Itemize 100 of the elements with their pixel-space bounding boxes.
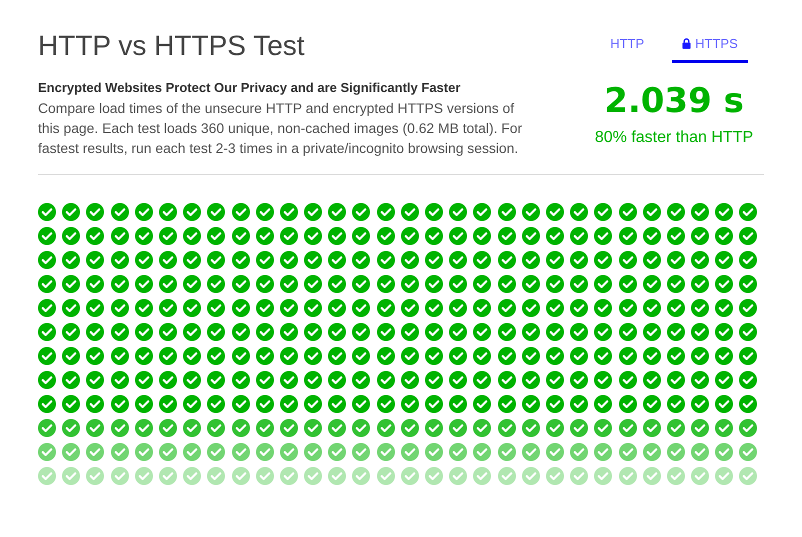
check-icon: [400, 203, 419, 221]
check-icon: [449, 443, 468, 461]
check-icon: [232, 371, 250, 389]
check-icon: [425, 227, 443, 245]
check-icon: [86, 443, 104, 461]
check-icon: [38, 443, 56, 461]
check-icon: [522, 299, 540, 317]
check-icon: [498, 443, 516, 461]
check-icon: [38, 419, 56, 437]
check-icon: [400, 251, 419, 269]
check-icon: [207, 419, 226, 437]
check-icon: [594, 323, 612, 341]
check-icon: [62, 275, 80, 293]
check-icon: [110, 323, 129, 341]
check-icon: [473, 443, 492, 461]
protocol-tab[interactable]: HTTPS: [672, 30, 748, 63]
check-icon: [642, 347, 661, 365]
check-icon: [570, 251, 588, 269]
check-icon: [304, 299, 322, 317]
check-icon: [618, 467, 636, 485]
check-icon: [739, 443, 758, 461]
check-icon: [62, 323, 80, 341]
check-icon: [425, 371, 443, 389]
check-icon: [546, 419, 564, 437]
check-icon: [715, 419, 734, 437]
check-icon: [352, 251, 370, 269]
check-icon: [739, 323, 758, 341]
check-icon: [304, 227, 322, 245]
check-icon: [183, 371, 202, 389]
check-icon: [232, 323, 250, 341]
check-icon: [256, 227, 274, 245]
check-icon: [715, 203, 734, 221]
check-icon: [232, 419, 250, 437]
check-icon: [256, 203, 274, 221]
check-icon: [400, 395, 419, 413]
check-icon: [498, 299, 516, 317]
check-icon: [232, 299, 250, 317]
check-icon: [522, 371, 540, 389]
check-icon: [449, 323, 468, 341]
check-icon: [158, 299, 177, 317]
check-icon: [232, 467, 250, 485]
check-icon: [425, 299, 443, 317]
check-icon: [352, 323, 370, 341]
check-icon: [62, 299, 80, 317]
check-icon: [304, 395, 322, 413]
check-icon: [158, 419, 177, 437]
check-icon: [618, 299, 636, 317]
check-icon: [352, 395, 370, 413]
check-icon: [86, 227, 104, 245]
check-icon: [400, 467, 419, 485]
check-icon: [642, 299, 661, 317]
check-icon: [666, 395, 685, 413]
check-icon: [62, 467, 80, 485]
check-icon: [425, 275, 443, 293]
check-icon: [739, 275, 758, 293]
check-icon: [425, 395, 443, 413]
check-icon: [352, 275, 370, 293]
check-icon: [449, 275, 468, 293]
check-icon: [328, 275, 346, 293]
check-icon: [376, 275, 395, 293]
check-icon: [473, 347, 492, 365]
check-icon: [570, 299, 588, 317]
check-icon: [352, 227, 370, 245]
check-icon: [280, 227, 298, 245]
check-icon: [498, 275, 516, 293]
check-icon: [498, 395, 516, 413]
check-icon: [449, 371, 468, 389]
check-icon: [425, 323, 443, 341]
check-icon: [498, 467, 516, 485]
check-icon: [232, 251, 250, 269]
check-icon: [110, 467, 129, 485]
check-icon: [473, 419, 492, 437]
check-icon: [546, 251, 564, 269]
check-icon: [256, 371, 274, 389]
check-icon: [642, 203, 661, 221]
protocol-tab[interactable]: HTTP: [600, 30, 654, 63]
check-icon: [522, 395, 540, 413]
check-icon: [352, 203, 370, 221]
check-icon: [546, 467, 564, 485]
check-icon: [134, 443, 153, 461]
check-icon: [232, 395, 250, 413]
check-icon: [570, 443, 588, 461]
check-icon: [134, 395, 153, 413]
check-icon: [183, 275, 202, 293]
check-icon: [594, 371, 612, 389]
check-icon: [570, 467, 588, 485]
check-icon: [594, 347, 612, 365]
speed-comparison: 80% faster than HTTP: [594, 129, 754, 147]
check-icon: [328, 203, 346, 221]
check-icon: [183, 323, 202, 341]
check-icon: [376, 323, 395, 341]
check-icon: [110, 251, 129, 269]
check-icon: [376, 443, 395, 461]
check-icon: [38, 347, 56, 365]
check-icon: [400, 347, 419, 365]
check-icon: [473, 371, 492, 389]
check-icon: [38, 275, 56, 293]
check-icon: [62, 443, 80, 461]
check-icon: [256, 347, 274, 365]
check-icon: [449, 347, 468, 365]
